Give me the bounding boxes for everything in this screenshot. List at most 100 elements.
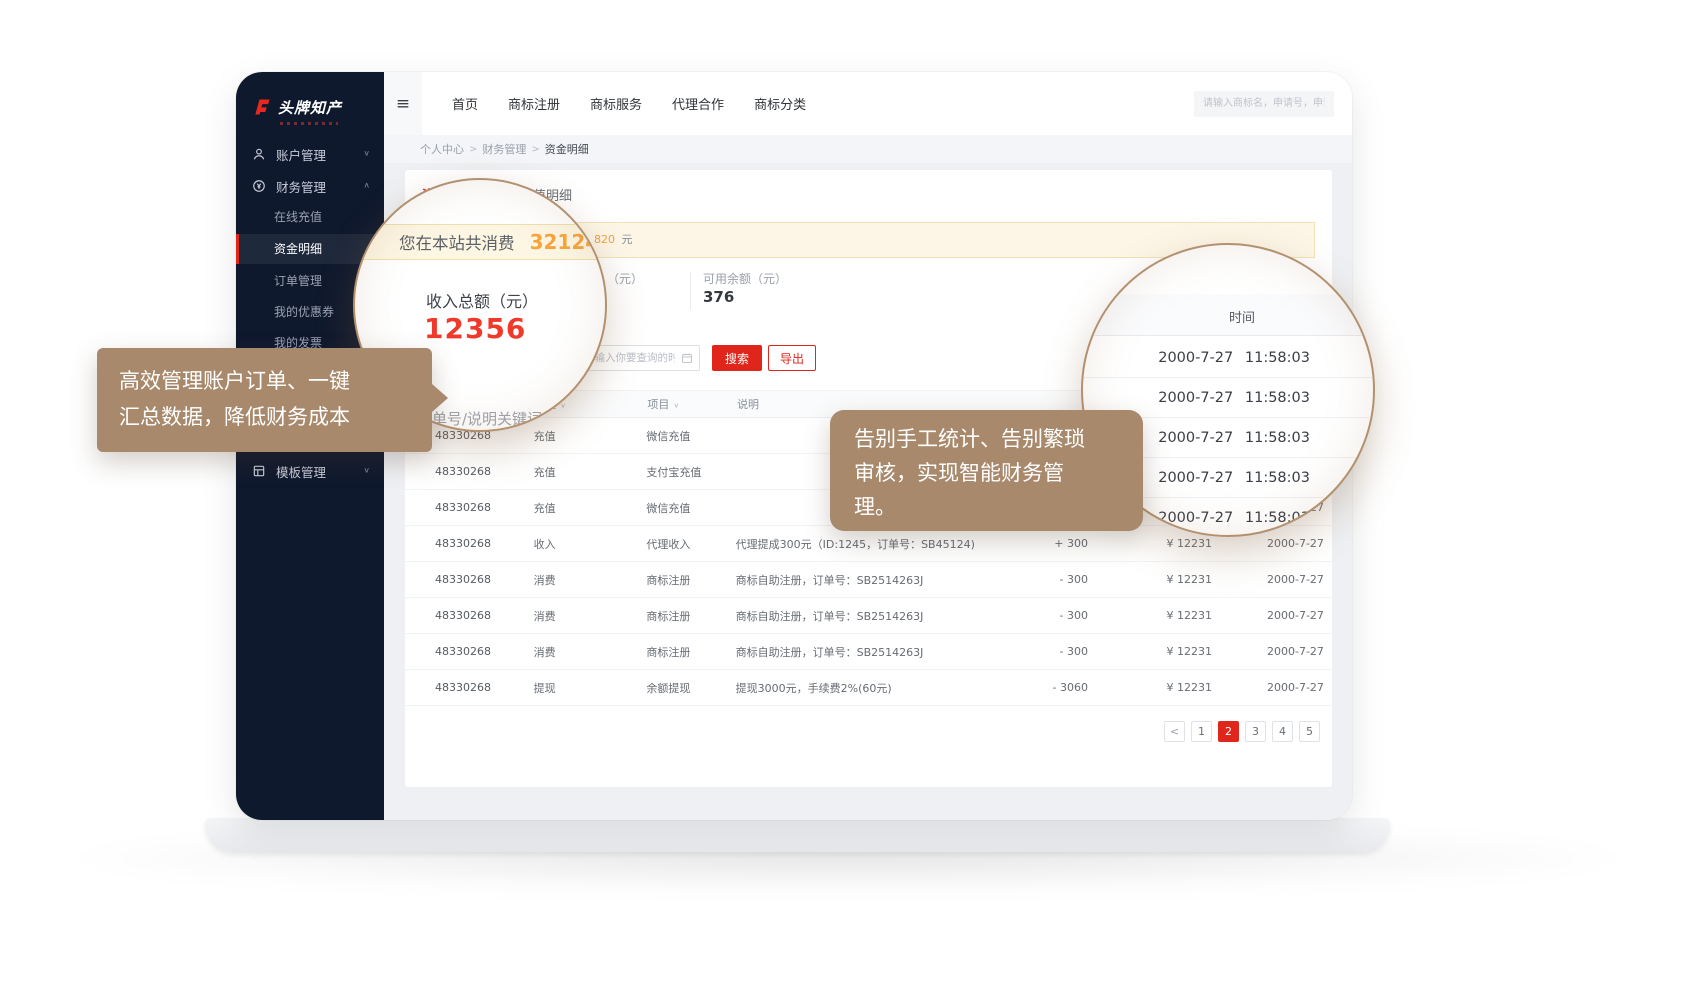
nav-item-trademark-register[interactable]: 商标注册 bbox=[508, 94, 560, 113]
cell-amount: + 300 bbox=[1003, 537, 1088, 550]
stat-divider bbox=[690, 272, 691, 310]
breadcrumb-item[interactable]: 财务管理 bbox=[482, 141, 526, 157]
pagination-prev-button[interactable]: < bbox=[1164, 721, 1185, 742]
available-balance-label: 可用余额（元） bbox=[703, 270, 787, 287]
tooltip-line: 理。 bbox=[854, 490, 1143, 524]
cell-order-no: 48330268 bbox=[435, 645, 534, 658]
cell-type: 消费 bbox=[534, 572, 647, 588]
cell-amount: - 3060 bbox=[1003, 681, 1088, 694]
cell-type: 收入 bbox=[534, 536, 647, 552]
pagination: < 1 2 3 4 5 bbox=[1164, 721, 1320, 742]
magnified-banner-value: 32124 bbox=[530, 230, 600, 254]
tooltip-line: 告别手工统计、告别繁琐 bbox=[854, 422, 1143, 456]
magnified-income-value: 12356 bbox=[424, 312, 526, 345]
cell-project: 微信充值 bbox=[646, 500, 735, 516]
cell-order-no: 48330268 bbox=[435, 537, 534, 550]
cell-description: 商标自助注册，订单号：SB2514263J bbox=[736, 608, 1004, 624]
top-navbar: ≡ 首页 商标注册 商标服务 代理合作 商标分类 bbox=[384, 72, 1352, 135]
cell-type: 消费 bbox=[534, 608, 647, 624]
nav-item-trademark-category[interactable]: 商标分类 bbox=[754, 94, 806, 113]
table-row: 48330268消费商标注册商标自助注册，订单号：SB2514263J- 300… bbox=[405, 562, 1332, 598]
chevron-up-icon: ∧ bbox=[363, 182, 370, 191]
sort-caret-icon: ∨ bbox=[560, 402, 566, 409]
cell-time: 2000-7-27 11:58:03 bbox=[1212, 645, 1332, 658]
cell-type: 充值 bbox=[534, 428, 647, 444]
cell-balance: ¥ 12231 bbox=[1088, 609, 1212, 622]
promo-canvas: 头牌知产 账户管理 ∨ 财务管理 ∧ 在线充值 资金明细 订单管理 我的优惠券 bbox=[0, 0, 1696, 1002]
cell-project: 余额提现 bbox=[646, 680, 735, 696]
cell-time: 2000-7-27 11:58:03 bbox=[1212, 573, 1332, 586]
cell-balance: ¥ 12231 bbox=[1088, 537, 1212, 550]
sidebar-item-label: 财务管理 bbox=[276, 177, 326, 196]
pagination-page-5[interactable]: 5 bbox=[1299, 721, 1320, 742]
magnified-time-header-band bbox=[1083, 294, 1373, 336]
available-balance-value: 376 bbox=[703, 288, 734, 306]
tooltip-line: 高效管理账户订单、一键 bbox=[119, 363, 432, 399]
chevron-down-icon: ∨ bbox=[363, 467, 370, 476]
header-project[interactable]: 项目 ∨ bbox=[647, 396, 737, 412]
pagination-page-2-active[interactable]: 2 bbox=[1218, 721, 1239, 742]
cell-project: 商标注册 bbox=[646, 608, 735, 624]
tooltip-line: 汇总数据，降低财务成本 bbox=[119, 399, 432, 435]
breadcrumb-separator: > bbox=[469, 144, 477, 155]
magnified-time-header: 时间 bbox=[1229, 307, 1255, 326]
sidebar-item-label: 模板管理 bbox=[276, 462, 326, 481]
cell-type: 充值 bbox=[534, 464, 647, 480]
nav-item-agent-cooperation[interactable]: 代理合作 bbox=[672, 94, 724, 113]
user-icon bbox=[252, 147, 266, 161]
template-icon bbox=[252, 464, 266, 478]
cell-type: 提现 bbox=[534, 680, 647, 696]
breadcrumb-current: 资金明细 bbox=[545, 141, 589, 157]
header-project-label: 项目 bbox=[647, 398, 669, 411]
cell-balance: ¥ 12231 bbox=[1088, 681, 1212, 694]
breadcrumb-separator: > bbox=[531, 144, 539, 155]
chevron-down-icon: ∨ bbox=[363, 150, 370, 159]
table-row: 48330268消费商标注册商标自助注册，订单号：SB2514263J- 300… bbox=[405, 598, 1332, 634]
expense-total-label-partial: （元） bbox=[607, 270, 643, 287]
cell-balance: ¥ 12231 bbox=[1088, 645, 1212, 658]
nav-item-home[interactable]: 首页 bbox=[452, 94, 478, 113]
sidebar-item-finance[interactable]: 财务管理 ∧ bbox=[236, 171, 384, 201]
cell-description: 商标自助注册，订单号：SB2514263J bbox=[736, 572, 1004, 588]
export-button[interactable]: 导出 bbox=[768, 345, 816, 371]
pagination-page-1[interactable]: 1 bbox=[1191, 721, 1212, 742]
cell-type: 消费 bbox=[534, 644, 647, 660]
cell-order-no: 48330268 bbox=[435, 573, 534, 586]
calendar-icon[interactable] bbox=[681, 352, 693, 364]
cell-time: 2000-7-27 11:58:03 bbox=[1212, 681, 1332, 694]
breadcrumb-item[interactable]: 个人中心 bbox=[420, 141, 464, 157]
tooltip-smart-finance: 告别手工统计、告别繁琐 审核，实现智能财务管 理。 bbox=[830, 410, 1143, 531]
cell-project: 商标注册 bbox=[646, 572, 735, 588]
cell-order-no: 48330268 bbox=[435, 681, 534, 694]
cell-project: 商标注册 bbox=[646, 644, 735, 660]
pagination-page-4[interactable]: 4 bbox=[1272, 721, 1293, 742]
magnified-consumption-banner: 您在本站共消费 32124 bbox=[355, 224, 605, 260]
nav-item-trademark-service[interactable]: 商标服务 bbox=[590, 94, 642, 113]
hamburger-menu-icon[interactable]: ≡ bbox=[384, 72, 422, 135]
cell-description: 提现3000元，手续费2%(60元) bbox=[736, 680, 1004, 696]
cell-description: 商标自助注册，订单号：SB2514263J bbox=[736, 644, 1004, 660]
tooltip-finance-efficiency: 高效管理账户订单、一键 汇总数据，降低财务成本 bbox=[97, 348, 432, 452]
pagination-page-3[interactable]: 3 bbox=[1245, 721, 1266, 742]
search-button[interactable]: 搜索 bbox=[712, 345, 762, 371]
sort-caret-icon: ∨ bbox=[673, 402, 679, 409]
cell-type: 充值 bbox=[534, 500, 647, 516]
logo-icon bbox=[252, 96, 272, 118]
cell-description: 代理提成300元（ID:1245，订单号：SB45124) bbox=[736, 536, 1004, 552]
sidebar-item-template[interactable]: 模板管理 ∨ bbox=[236, 456, 384, 486]
laptop-base bbox=[205, 818, 1390, 852]
cell-time: 2000-7-27 11:58:03 bbox=[1212, 609, 1332, 622]
sidebar-item-label: 账户管理 bbox=[276, 145, 326, 164]
breadcrumb: 个人中心 > 财务管理 > 资金明细 bbox=[384, 135, 1352, 163]
cell-order-no: 48330268 bbox=[435, 501, 534, 514]
banner-amount-unit: 元 bbox=[622, 233, 633, 246]
cell-order-no: 48330268 bbox=[435, 609, 534, 622]
cell-time: 2000-7-27 11:58:03 bbox=[1212, 537, 1332, 550]
sidebar-item-account[interactable]: 账户管理 ∨ bbox=[236, 139, 384, 169]
logo-tagline bbox=[280, 122, 338, 125]
magnified-income-label: 收入总额（元） bbox=[426, 288, 538, 312]
logo[interactable]: 头牌知产 bbox=[252, 96, 342, 118]
trademark-search-input[interactable] bbox=[1194, 91, 1334, 117]
magnified-time-cell: 2000-7-27 11:58:03 bbox=[1083, 338, 1373, 378]
table-row: 48330268提现余额提现提现3000元，手续费2%(60元)- 3060¥ … bbox=[405, 670, 1332, 706]
